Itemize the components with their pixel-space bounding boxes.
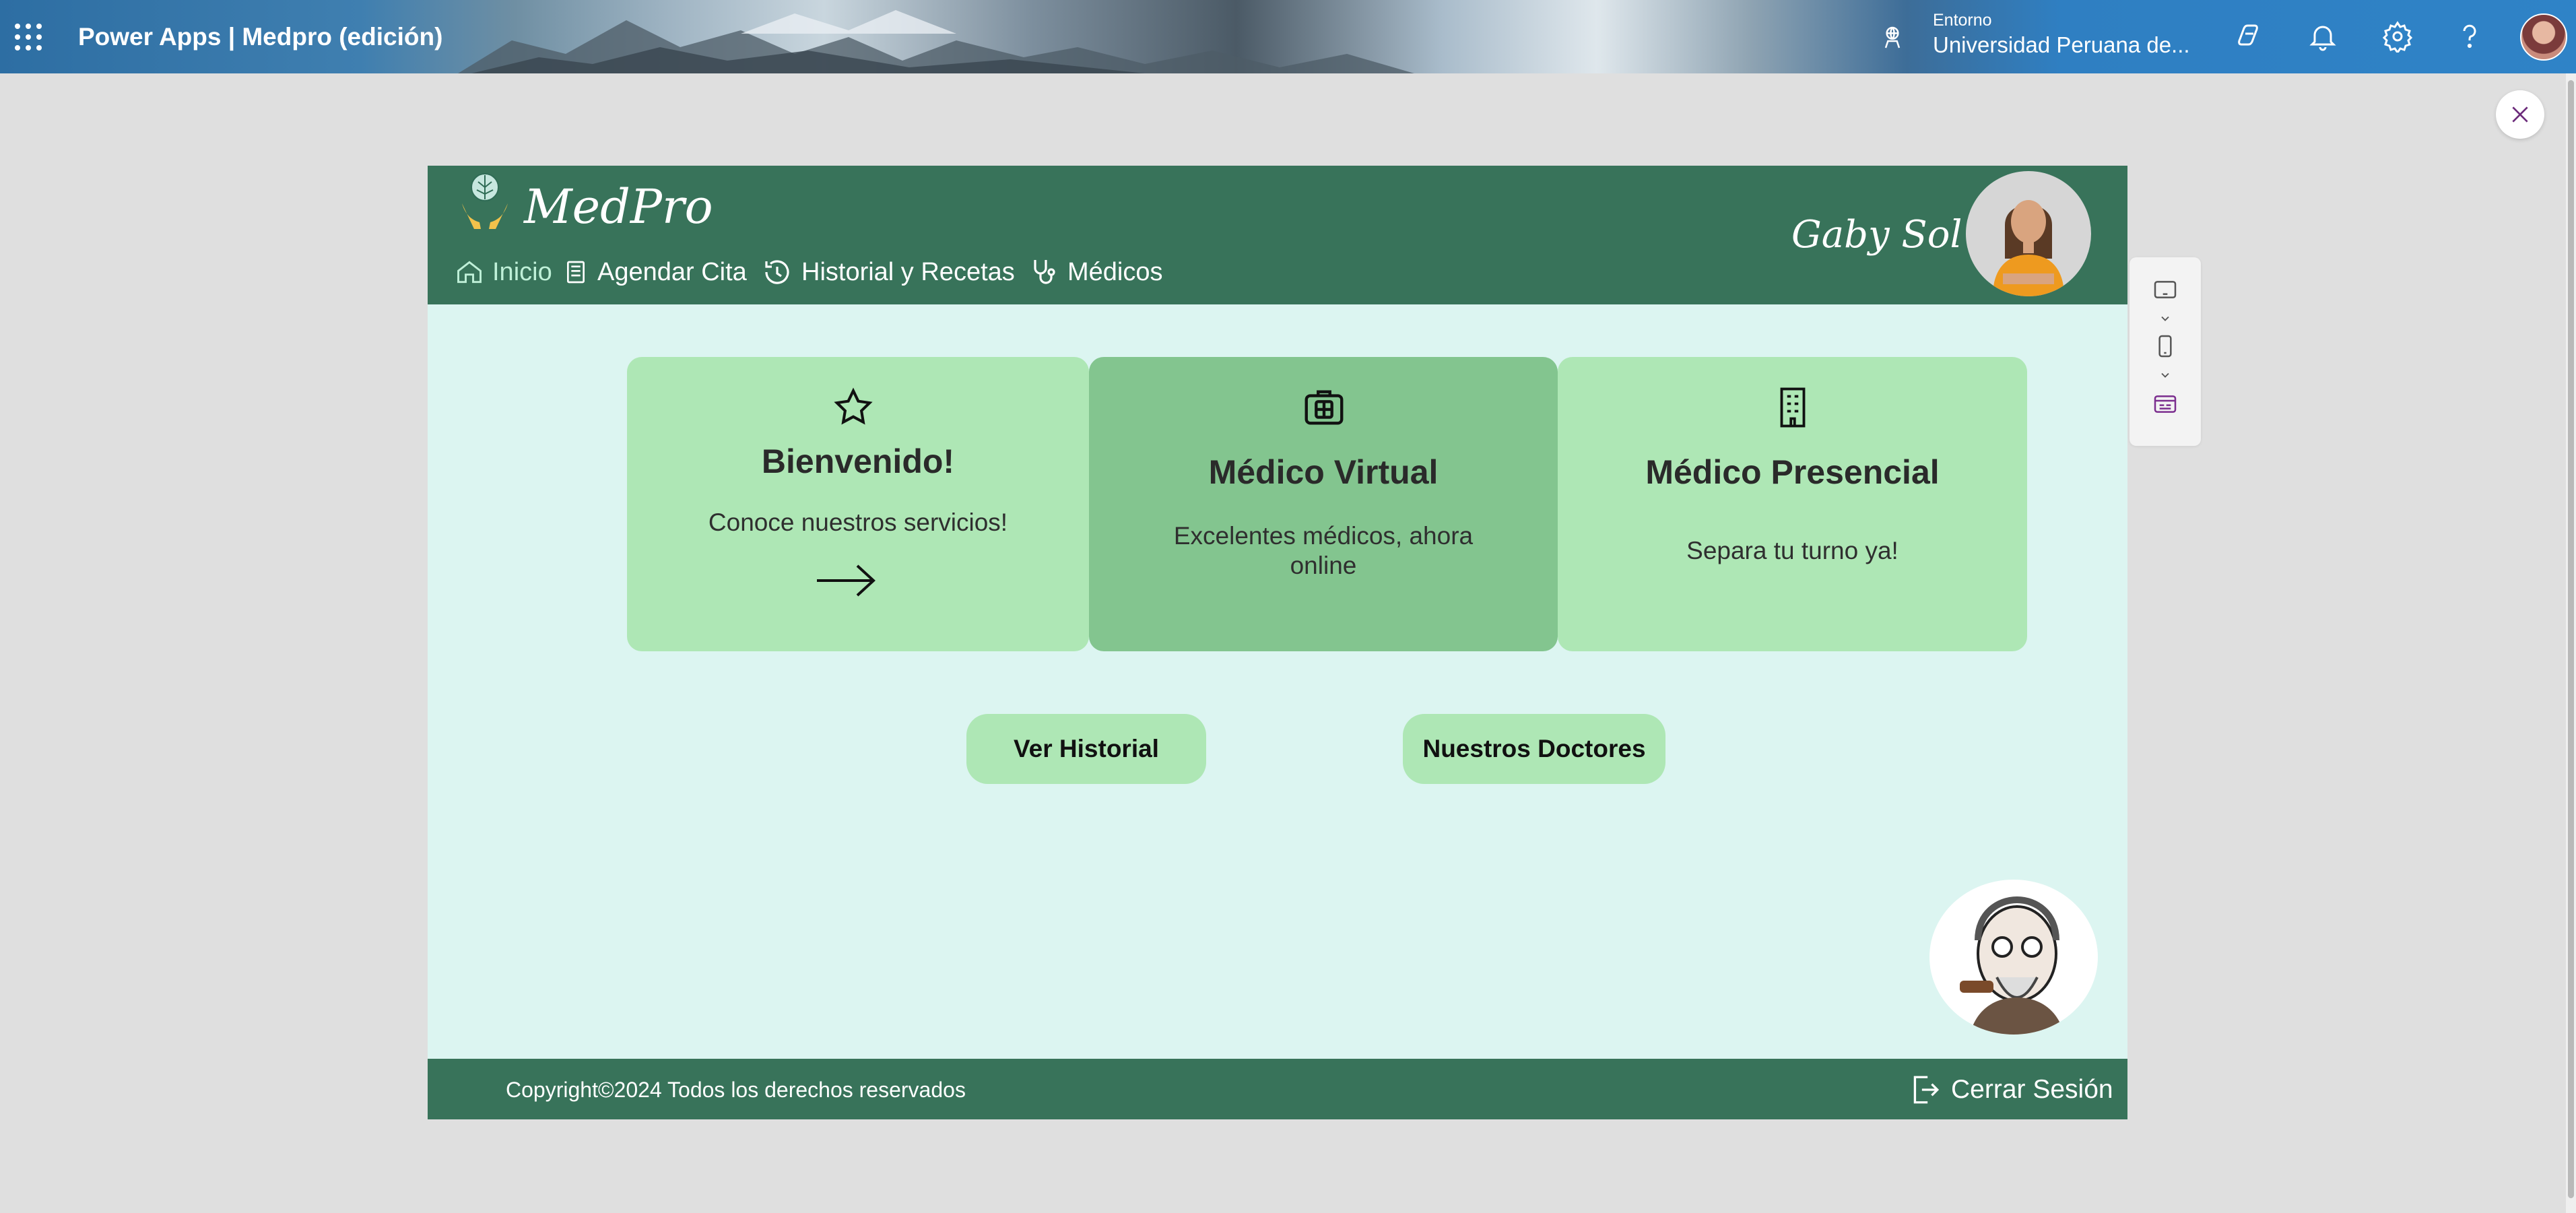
gear-icon[interactable] <box>2381 20 2414 53</box>
nav-inicio[interactable]: Inicio <box>455 252 552 292</box>
app-title: Power Apps | Medpro (edición) <box>78 23 443 51</box>
phone-icon[interactable] <box>2152 333 2179 360</box>
document-icon <box>567 261 585 284</box>
user-photo <box>1966 171 2091 296</box>
arrow-right-icon[interactable] <box>814 560 879 601</box>
close-icon <box>2512 106 2528 123</box>
card-medico-virtual[interactable]: Médico Virtual Excelentes médicos, ahora… <box>1089 357 1558 651</box>
card-bienvenido[interactable]: Bienvenido! Conoce nuestros servicios! <box>627 357 1089 651</box>
nav-label: Médicos <box>1067 257 1163 286</box>
card-title: Médico Presencial <box>1645 453 1940 491</box>
card-medico-presencial[interactable]: Médico Presencial Separa tu turno ya! <box>1558 357 2027 651</box>
preview-device-toolbar <box>2129 257 2201 446</box>
card-subtitle: Excelentes médicos, ahora online <box>1173 522 1474 580</box>
logout-label: Cerrar Sesión <box>1951 1075 2113 1104</box>
history-icon <box>765 260 789 284</box>
copyright-text: Copyright©2024 Todos los derechos reserv… <box>506 1078 966 1102</box>
bell-icon[interactable] <box>2307 20 2339 53</box>
chevron-down-icon[interactable] <box>2152 365 2179 385</box>
logout-icon <box>1913 1076 1940 1104</box>
chevron-down-icon[interactable] <box>2152 308 2179 329</box>
nav-historial-recetas[interactable]: Historial y Recetas <box>761 252 1015 292</box>
nuestros-doctores-button[interactable]: Nuestros Doctores <box>1403 714 1665 784</box>
ver-historial-button[interactable]: Ver Historial <box>966 714 1206 784</box>
card-subtitle: Separa tu turno ya! <box>1686 537 1898 564</box>
nav-agendar-cita[interactable]: Agendar Cita <box>562 252 747 292</box>
medical-kit-icon <box>1304 390 1344 425</box>
logout-button[interactable]: Cerrar Sesión <box>1908 1071 2113 1109</box>
app-launcher-icon[interactable] <box>15 24 42 51</box>
power-apps-header: Power Apps | Medpro (edición) Entorno Un… <box>0 0 2576 73</box>
tablet-icon[interactable] <box>2152 276 2179 303</box>
close-preview-button[interactable] <box>2496 90 2544 139</box>
help-icon[interactable] <box>2453 20 2486 53</box>
environment-selector[interactable]: Universidad Peruana de... <box>1933 32 2190 58</box>
user-name: Gaby Sol <box>1791 213 1962 257</box>
card-title: Bienvenido! <box>761 442 955 480</box>
nav-medicos[interactable]: Médicos <box>1027 252 1163 292</box>
star-icon <box>834 387 873 425</box>
user-avatar[interactable] <box>2520 13 2567 61</box>
app-canvas: MedPro Inicio Agendar Cita Historial y R… <box>428 166 2127 1119</box>
nav-label: Agendar Cita <box>597 257 747 286</box>
card-title: Médico Virtual <box>1208 453 1439 491</box>
nav-label: Inicio <box>492 257 552 286</box>
home-icon <box>457 261 482 284</box>
page-scrollbar[interactable] <box>2566 73 2576 1213</box>
accessibility-icon[interactable] <box>2152 391 2179 418</box>
building-icon <box>1780 387 1806 428</box>
assistant-avatar[interactable] <box>1929 880 2098 1035</box>
stethoscope-icon <box>1034 260 1055 284</box>
environment-label: Entorno <box>1933 11 1992 30</box>
nav-label: Historial y Recetas <box>801 257 1015 286</box>
app-header: MedPro Inicio Agendar Cita Historial y R… <box>428 166 2127 304</box>
medpro-logo-icon <box>462 173 508 229</box>
app-footer: Copyright©2024 Todos los derechos reserv… <box>428 1059 2127 1119</box>
environment-icon <box>1884 26 1901 48</box>
app-brand: MedPro <box>524 179 713 234</box>
copilot-icon[interactable] <box>2233 20 2266 53</box>
card-subtitle: Conoce nuestros servicios! <box>708 509 1008 536</box>
